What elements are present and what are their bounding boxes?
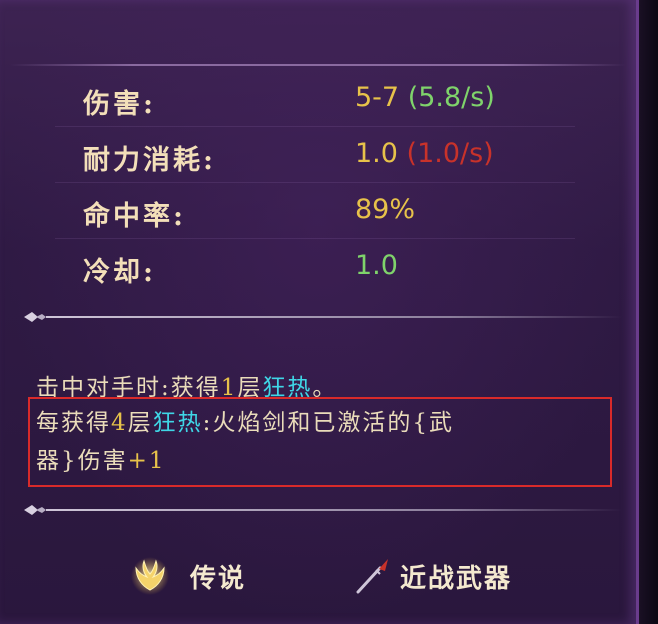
stat-value-stamina: 1.0 (355, 138, 398, 169)
effect-line-3: 器}伤害+1 (36, 448, 166, 474)
stat-row-stamina: 耐力消耗: 1.0 (1.0/s) (55, 128, 575, 183)
stat-label-damage: 伤害: (83, 89, 156, 120)
item-type-label: 近战武器 (400, 564, 513, 594)
stat-extra-stamina: (1.0/s) (406, 138, 494, 169)
stat-value-cooldown: 1.0 (355, 250, 398, 281)
ornament-divider-2 (22, 502, 622, 518)
stat-row-accuracy: 命中率: 89% (55, 184, 575, 239)
item-tooltip-card: 伤害: 5-7 (5.8/s) 耐力消耗: 1.0 (1.0/s) 命中率: 8… (0, 0, 639, 624)
stat-row-cooldown: 冷却: 1.0 (55, 240, 575, 294)
ornament-divider (22, 309, 622, 325)
stat-value-damage: 5-7 (355, 82, 400, 113)
stat-label-cooldown: 冷却: (83, 257, 156, 288)
legendary-emblem-icon (128, 556, 172, 600)
stat-value-accuracy: 89% (355, 194, 416, 225)
keyword-frenzy-2: 狂热 (152, 410, 203, 436)
rarity-label: 传说 (190, 564, 247, 594)
rarity-tag: 传说 (128, 556, 268, 600)
stack-threshold: 4 (111, 410, 128, 436)
spear-icon (352, 556, 392, 600)
stat-label-stamina: 耐力消耗: (83, 145, 216, 176)
effect-line-2: 每获得4层狂热:火焰剑和已激活的{武 (36, 410, 455, 436)
stat-extra-damage: (5.8/s) (407, 82, 495, 113)
stat-row-damage: 伤害: 5-7 (5.8/s) (55, 72, 575, 127)
item-type-tag: 近战武器 (352, 556, 552, 600)
title-divider (10, 64, 626, 66)
background-edge (639, 0, 658, 624)
item-title (0, 0, 636, 20)
damage-bonus: +1 (127, 448, 166, 474)
stat-label-accuracy: 命中率: (83, 201, 186, 232)
